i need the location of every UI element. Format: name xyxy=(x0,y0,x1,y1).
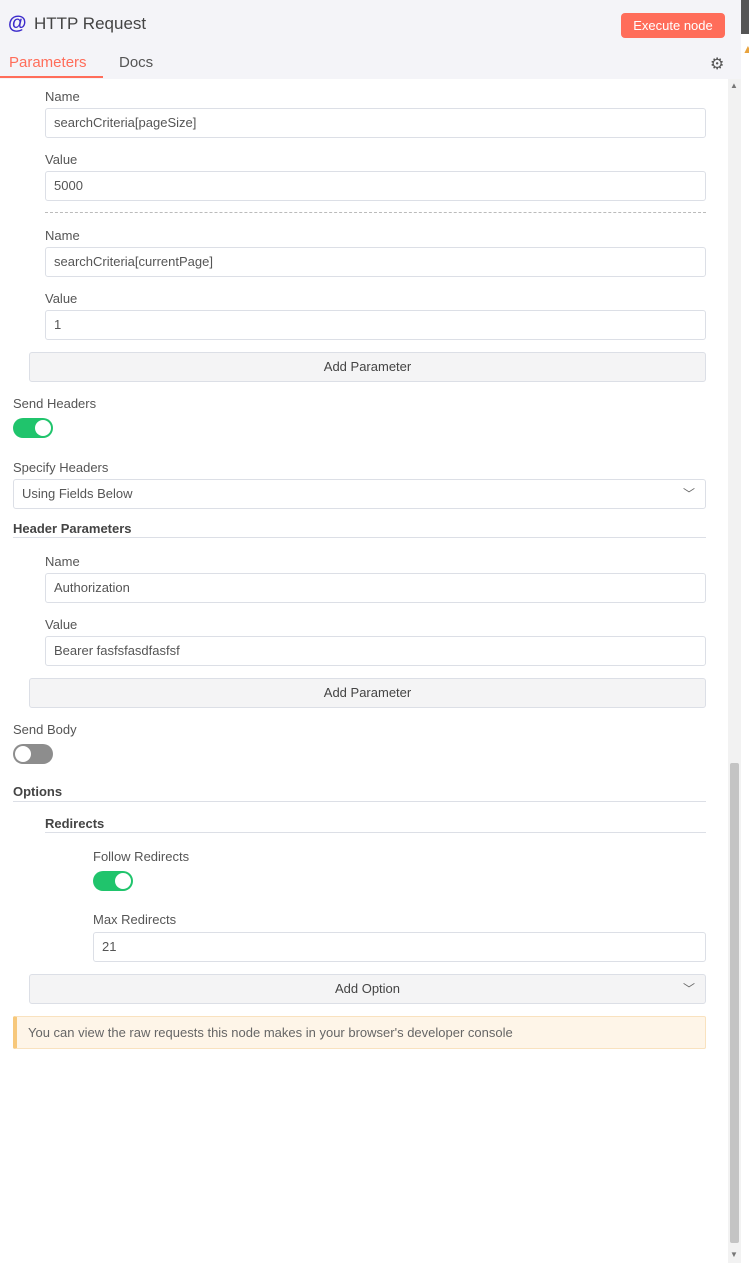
add-header-parameter-button[interactable]: Add Parameter xyxy=(29,678,706,708)
header-value-label: Value xyxy=(45,617,78,632)
header-parameters-title: Header Parameters xyxy=(13,521,132,536)
active-tab-indicator xyxy=(0,76,103,78)
param-name-label: Name xyxy=(45,89,80,104)
specify-headers-selected: Using Fields Below xyxy=(22,486,133,501)
node-title[interactable]: HTTP Request xyxy=(34,14,146,34)
tab-parameters[interactable]: Parameters xyxy=(9,54,87,71)
scroll-up-icon[interactable]: ▲ xyxy=(730,81,738,90)
section-divider xyxy=(13,801,706,802)
section-divider xyxy=(13,537,706,538)
redirects-title: Redirects xyxy=(45,816,105,831)
param-name-input[interactable]: searchCriteria[currentPage] xyxy=(45,247,706,277)
section-divider xyxy=(45,832,706,833)
max-redirects-input[interactable]: 21 xyxy=(93,932,706,962)
param-name-label: Name xyxy=(45,228,80,243)
add-option-label: Add Option xyxy=(334,981,401,996)
background-canvas-strip: ▲ xyxy=(741,0,749,1263)
gear-icon[interactable]: ⚙ xyxy=(710,54,724,74)
scroll-thumb[interactable] xyxy=(730,763,739,1243)
send-body-toggle[interactable] xyxy=(13,744,53,764)
header-name-input[interactable]: Authorization xyxy=(45,573,706,603)
send-headers-label: Send Headers xyxy=(13,396,97,411)
developer-console-notice: You can view the raw requests this node … xyxy=(13,1016,706,1049)
follow-redirects-toggle[interactable] xyxy=(93,871,133,891)
warning-icon: ▲ xyxy=(742,42,749,56)
param-value-input[interactable]: 1 xyxy=(45,310,706,340)
param-name-input[interactable]: searchCriteria[pageSize] xyxy=(45,108,706,138)
param-value-label: Value xyxy=(45,291,78,306)
background-topbar xyxy=(741,0,749,34)
specify-headers-label: Specify Headers xyxy=(13,460,109,475)
node-header: @ HTTP Request Execute node Parameters D… xyxy=(0,0,741,79)
param-value-input[interactable]: 5000 xyxy=(45,171,706,201)
toggle-knob xyxy=(35,420,51,436)
header-value-input[interactable]: Bearer fasfsfasdfasfsf xyxy=(45,636,706,666)
header-name-label: Name xyxy=(45,554,80,569)
chevron-down-icon: ﹀ xyxy=(682,982,695,996)
at-icon: @ xyxy=(8,13,27,34)
panel-scrollbar[interactable]: ▲ ▼ xyxy=(728,79,741,1263)
send-headers-toggle[interactable] xyxy=(13,418,53,438)
options-title: Options xyxy=(13,784,63,799)
toggle-knob xyxy=(15,746,31,762)
specify-headers-select[interactable]: Using Fields Below ﹀ xyxy=(13,479,706,509)
title-row: @ HTTP Request xyxy=(8,13,146,35)
tab-docs[interactable]: Docs xyxy=(119,54,153,71)
follow-redirects-label: Follow Redirects xyxy=(93,849,190,864)
toggle-knob xyxy=(115,873,131,889)
add-option-button[interactable]: Add Option ﹀ xyxy=(29,974,706,1004)
scroll-down-icon[interactable]: ▼ xyxy=(730,1250,738,1259)
send-body-label: Send Body xyxy=(13,722,77,737)
chevron-down-icon: ﹀ xyxy=(682,487,695,501)
execute-node-button[interactable]: Execute node xyxy=(621,13,725,38)
param-divider xyxy=(45,212,706,213)
param-value-label: Value xyxy=(45,152,78,167)
add-query-parameter-button[interactable]: Add Parameter xyxy=(29,352,706,382)
max-redirects-label: Max Redirects xyxy=(93,912,177,927)
